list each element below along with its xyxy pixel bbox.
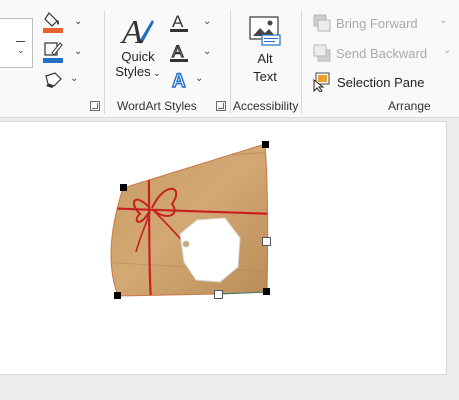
svg-text:A: A bbox=[172, 71, 186, 90]
quick-styles-label-2: Styles bbox=[115, 64, 151, 79]
slide-canvas[interactable] bbox=[0, 122, 446, 374]
shape-outline-icon bbox=[43, 42, 63, 63]
group-separator bbox=[230, 10, 231, 114]
shape-effects-button[interactable]: ⌄ bbox=[43, 70, 85, 92]
ribbon: ⌄ ⌄ ⌄ ⌄ A Quick Styles ⌄ A ⌄ A ⌄ A ⌄ Wor… bbox=[0, 0, 459, 118]
wordart-styles-group-label: WordArt Styles bbox=[117, 99, 197, 113]
accessibility-group-label: Accessibility bbox=[233, 99, 299, 113]
resize-handle-bottom-left[interactable] bbox=[114, 292, 121, 299]
bring-forward-label: Bring Forward bbox=[336, 16, 418, 31]
shape-styles-gallery-scroll[interactable]: ⌄ bbox=[0, 18, 33, 68]
wordart-styles-launcher[interactable] bbox=[216, 101, 226, 111]
group-separator bbox=[301, 10, 302, 114]
text-outline-button[interactable]: A ⌄ bbox=[170, 40, 215, 66]
selection-pane-button[interactable]: Selection Pane bbox=[312, 72, 458, 92]
shape-effects-icon bbox=[45, 72, 62, 88]
svg-text:A: A bbox=[172, 12, 184, 31]
shape-styles-launcher[interactable] bbox=[90, 101, 100, 111]
alt-text-button[interactable]: Alt Text bbox=[240, 15, 290, 90]
svg-text:A: A bbox=[172, 42, 184, 61]
send-backward-button[interactable]: Send Backward ⌄ bbox=[312, 44, 458, 64]
send-backward-label: Send Backward bbox=[336, 46, 428, 61]
resize-handle-right[interactable] bbox=[262, 237, 271, 246]
arrange-group-label: Arrange bbox=[388, 99, 431, 113]
text-outline-icon: A bbox=[170, 41, 188, 62]
dropdown-box-icon bbox=[16, 41, 25, 42]
resize-handle-top-right[interactable] bbox=[262, 141, 269, 148]
text-fill-icon: A bbox=[170, 12, 188, 32]
gift-package-picture[interactable] bbox=[0, 122, 446, 374]
selection-pane-label: Selection Pane bbox=[337, 75, 425, 90]
resize-handle-top-left[interactable] bbox=[120, 184, 127, 191]
shape-fill-icon bbox=[43, 12, 63, 33]
quick-styles-label-1: Quick bbox=[121, 49, 155, 64]
send-backward-icon bbox=[313, 44, 331, 62]
bring-forward-icon bbox=[313, 14, 331, 32]
text-fill-button[interactable]: A ⌄ bbox=[170, 10, 215, 36]
bring-forward-button[interactable]: Bring Forward ⌄ bbox=[312, 14, 458, 34]
selection-pane-icon bbox=[313, 72, 330, 92]
quick-styles-icon: A bbox=[120, 14, 154, 48]
quick-styles-button[interactable]: A Quick Styles ⌄ bbox=[112, 12, 164, 90]
shape-fill-button[interactable]: ⌄ bbox=[43, 10, 85, 36]
shape-outline-button[interactable]: ⌄ bbox=[43, 40, 85, 66]
resize-handle-bottom[interactable] bbox=[214, 290, 223, 299]
slide-editing-area bbox=[0, 118, 459, 400]
text-effects-icon: A bbox=[171, 70, 186, 90]
text-effects-button[interactable]: A ⌄ bbox=[170, 68, 210, 92]
alt-text-label-2: Text bbox=[253, 69, 277, 84]
alt-text-icon bbox=[249, 16, 281, 46]
group-separator bbox=[104, 10, 105, 114]
alt-text-label-1: Alt bbox=[257, 51, 273, 66]
resize-handle-bottom-right[interactable] bbox=[263, 288, 270, 295]
